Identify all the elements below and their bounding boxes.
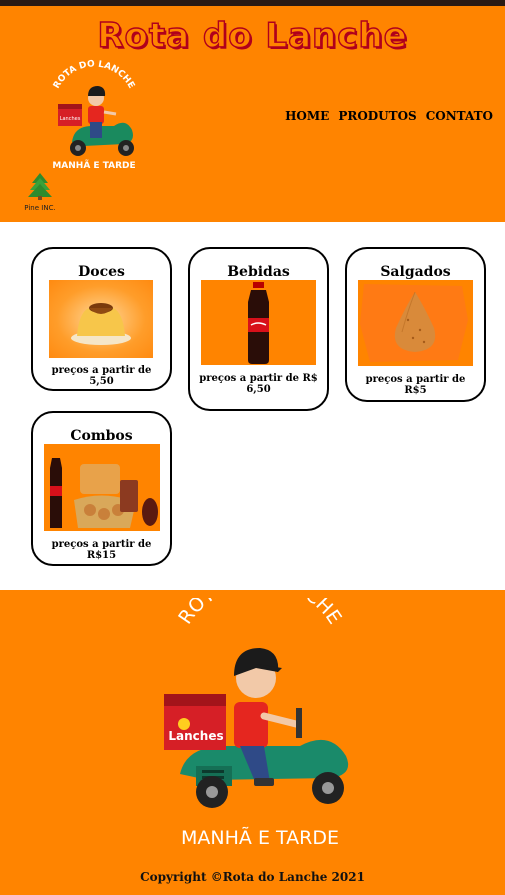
logo-box-text: Lanches <box>60 116 81 122</box>
footer-box-text: Lanches <box>168 729 223 743</box>
site-header: Rota do Lanche ROTA DO LANCHE Lanches MA… <box>0 6 505 222</box>
logo-top-text: ROTA DO LANCHE <box>52 59 136 90</box>
nav-home[interactable]: HOME <box>285 109 329 123</box>
card-price: preços a partir de R$15 <box>51 539 152 561</box>
pine-tree-icon <box>28 173 52 200</box>
svg-text:ROTA DO LANCHE: ROTA DO LANCHE <box>52 59 136 90</box>
combo-image <box>44 444 160 531</box>
nav-contato[interactable]: CONTATO <box>426 109 493 123</box>
card-price: preços a partir de 5,50 <box>51 365 152 387</box>
site-footer: ROTA DO LANCHE Lanches MANHÃ E TARDE Cop… <box>0 590 505 895</box>
pudim-image <box>49 280 153 358</box>
pine-badge: Pine INC. <box>22 172 58 212</box>
card-price: preços a partir de R$5 <box>365 374 466 396</box>
site-title: Rota do Lanche <box>97 15 408 56</box>
logo-bottom-text: MANHÃ E TARDE <box>52 160 135 171</box>
main-nav: HOME PRODUTOS CONTATO <box>285 109 493 123</box>
pine-label: Pine INC. <box>24 204 56 212</box>
product-card-combos[interactable]: Combos preços a partir de R$15 <box>31 411 172 566</box>
card-title: Doces <box>78 264 125 280</box>
coxinha-image <box>358 280 473 366</box>
svg-text:ROTA DO LANCHE: ROTA DO LANCHE <box>174 598 345 628</box>
nav-produtos[interactable]: PRODUTOS <box>338 109 416 123</box>
footer-logo-bottom-text: MANHÃ E TARDE <box>181 826 339 849</box>
copyright-text: Copyright ©Rota do Lanche 2021 <box>140 870 365 884</box>
footer-scooter-logo: ROTA DO LANCHE Lanches MANHÃ E TARDE <box>164 598 349 849</box>
card-title: Combos <box>70 428 133 444</box>
product-card-bebidas[interactable]: Bebidas preços a partir de R$ 6,50 <box>188 247 329 411</box>
footer-logo-top-text: ROTA DO LANCHE <box>174 598 345 628</box>
card-price: preços a partir de R$ 6,50 <box>199 373 318 395</box>
scooter-logo[interactable]: ROTA DO LANCHE Lanches MANHÃ E TARDE <box>44 56 144 174</box>
coca-cola-image <box>201 280 316 365</box>
product-card-doces[interactable]: Doces preços a partir de 5,50 <box>31 247 172 391</box>
product-card-salgados[interactable]: Salgados preços a partir de R$5 <box>345 247 486 402</box>
card-title: Bebidas <box>227 264 290 280</box>
card-title: Salgados <box>380 264 451 280</box>
